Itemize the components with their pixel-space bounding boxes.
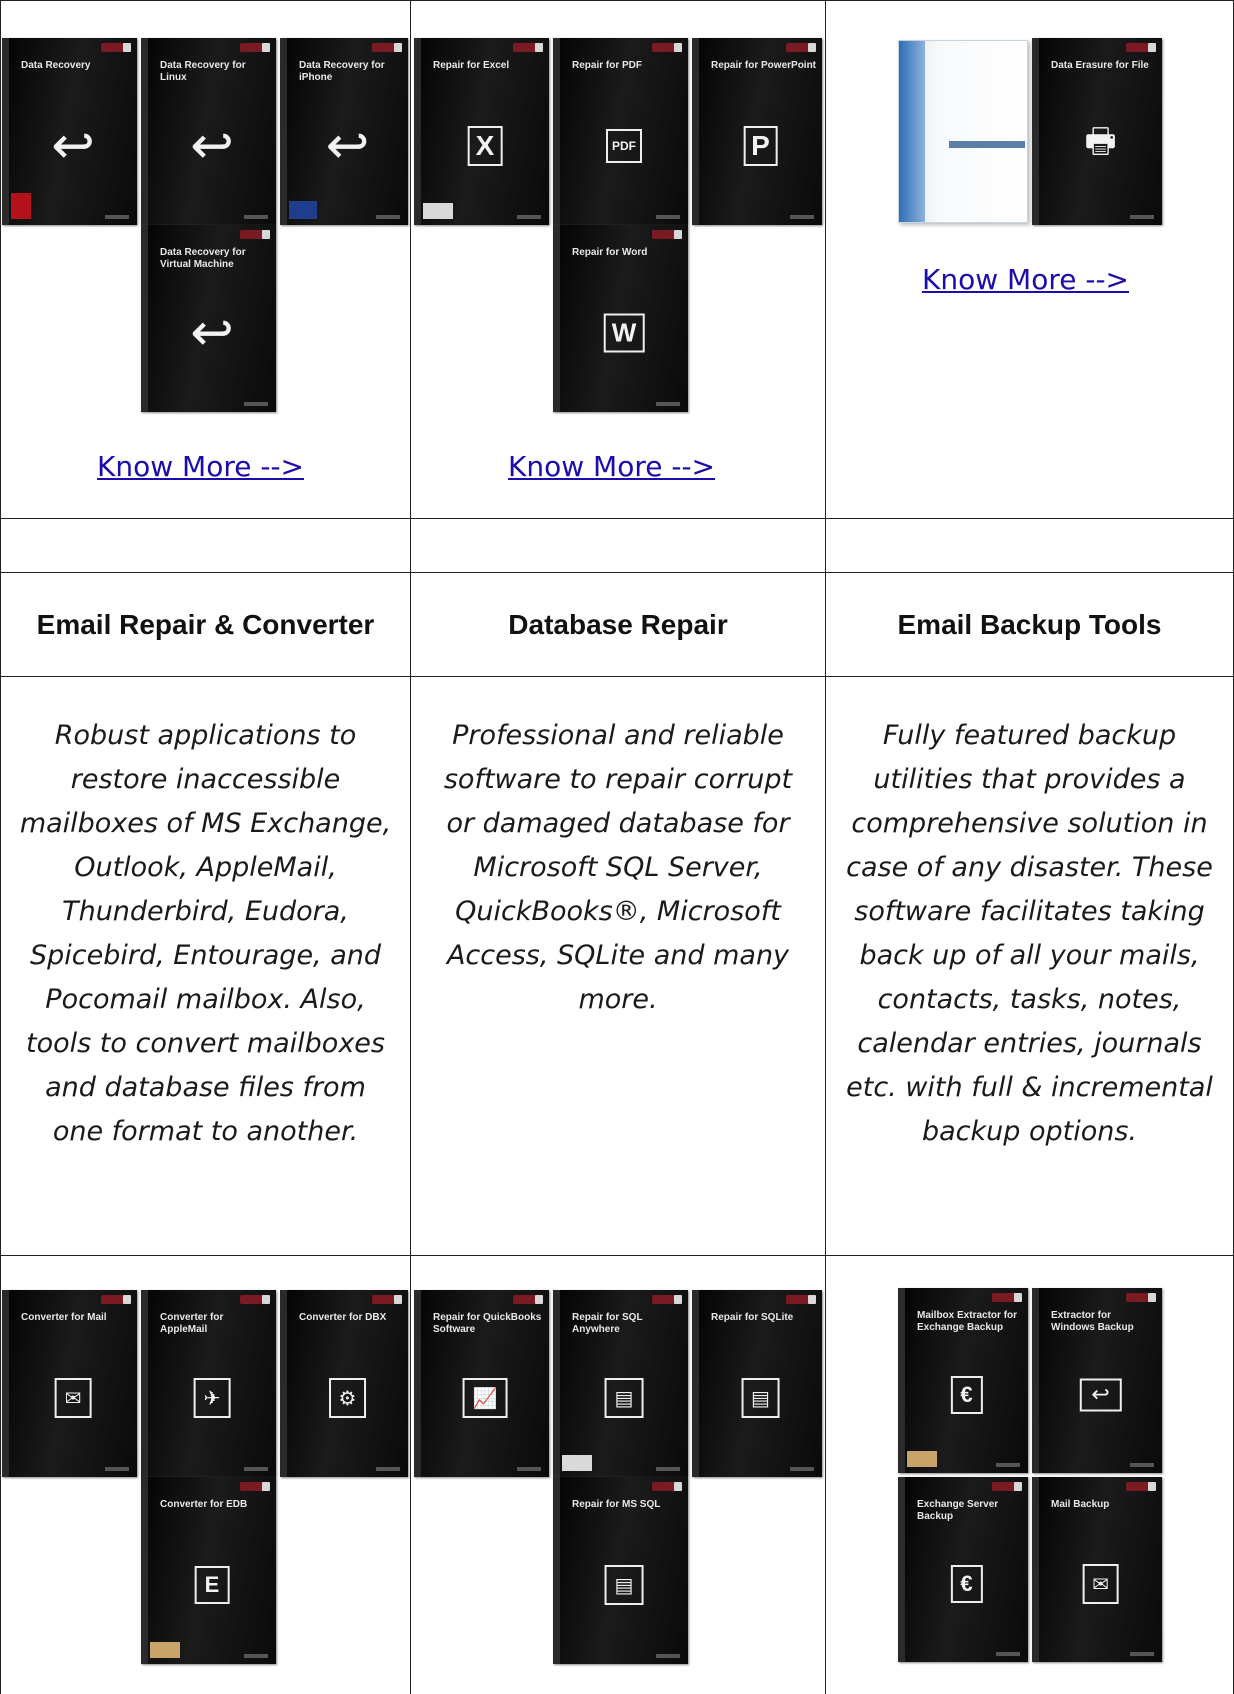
undo-arrow-icon: ↩ [190,303,234,364]
product-box-converter-mail[interactable]: Converter for Mail ✉ [2,1290,137,1477]
product-label: Mail Backup [1051,1499,1110,1510]
product-box-converter-edb[interactable]: Converter for EDB E [141,1477,276,1664]
description-email-repair: Robust applications to restore inaccessi… [19,720,392,1147]
know-more-link[interactable]: Know More --> [508,450,715,483]
product-label: Repair for PDF [572,60,643,71]
heading-email-repair: Email Repair & Converter [36,608,375,640]
description-email-backup: Fully featured backup utilities that pro… [846,720,1213,1147]
heading-database-repair: Database Repair [508,608,728,640]
product-box-repair-word[interactable]: Repair for Word W [553,225,688,412]
product-box-repair-sql-anywhere[interactable]: Repair for SQL Anywhere ▤ [553,1290,688,1477]
product-label: Exchange Server Backup [917,1499,999,1522]
dbx-file-icon: ⚙ [328,1378,367,1419]
product-label: Extractor for Windows Backup [1051,1310,1134,1333]
product-box-converter-dbx[interactable]: Converter for DBX ⚙ [280,1290,408,1477]
apple-mail-file-icon: ✈ [193,1378,231,1419]
product-box-data-recovery-iphone[interactable]: Data Recovery for iPhone ↩ [280,38,408,225]
heading-email-backup: Email Backup Tools [897,608,1162,640]
product-box-repair-powerpoint[interactable]: Repair for PowerPoint P [692,38,822,225]
pdf-file-icon: PDF [606,129,642,164]
excel-file-icon: X [467,126,503,167]
row-divider [0,518,1234,519]
shredder-icon: 🖶 [1084,121,1117,162]
edb-file-icon: E [194,1566,230,1605]
product-box-data-recovery-linux[interactable]: Data Recovery for Linux ↩ [141,38,276,225]
product-label: Repair for QuickBooks Software [433,1312,542,1335]
product-label: Data Recovery for Virtual Machine [160,247,246,270]
exchange-file-icon: € [950,1565,983,1604]
product-box-exchange-server-backup[interactable]: Exchange Server Backup € [898,1477,1028,1662]
product-box-mailbox-extractor-exchange[interactable]: Mailbox Extractor for Exchange Backup € [898,1288,1028,1473]
product-box-repair-excel[interactable]: Repair for Excel X [414,38,549,225]
quickbooks-file-icon: 📈 [462,1378,508,1419]
undo-arrow-icon: ↩ [190,116,234,177]
row-divider [0,1255,1234,1256]
undo-arrow-icon: ↩ [325,116,370,177]
product-box-repair-pdf[interactable]: Repair for PDF PDF [553,38,688,225]
database-file-icon: ▤ [604,1378,644,1419]
product-category-table: Data Recovery ↩ Data Recovery for Linux … [0,0,1234,1694]
product-box-extractor-windows-backup[interactable]: Extractor for Windows Backup ↩ [1032,1288,1162,1473]
row-divider [0,0,1234,1]
product-label: Data Recovery [21,60,91,71]
description-database-repair: Professional and reliable software to re… [443,720,793,1015]
product-box-mail-backup[interactable]: Mail Backup ✉ [1032,1477,1162,1662]
product-box-repair-sqlite[interactable]: Repair for SQLite ▤ [692,1290,822,1477]
product-label: Repair for SQLite [711,1312,794,1323]
product-box-converter-applemail[interactable]: Converter for AppleMail ✈ [141,1290,276,1477]
product-label: Mailbox Extractor for Exchange Backup [917,1310,1018,1333]
product-box-repair-ms-sql[interactable]: Repair for MS SQL ▤ [553,1477,688,1664]
mail-file-icon: ✉ [54,1378,92,1419]
mail-file-icon: ✉ [1082,1564,1119,1605]
product-label: Converter for Mail [21,1312,107,1323]
product-box-data-recovery[interactable]: Data Recovery ↩ [2,38,137,225]
product-label: Converter for AppleMail [160,1312,224,1335]
undo-arrow-icon: ↩ [51,116,95,177]
product-label: Data Recovery for iPhone [299,60,385,83]
know-more-link[interactable]: Know More --> [97,450,304,483]
monitor-restore-icon: ↩ [1079,1378,1122,1412]
product-label: Data Erasure for File [1051,60,1149,71]
product-label: Repair for SQL Anywhere [572,1312,643,1335]
product-box-bitraser[interactable] [898,40,1028,223]
product-box-repair-quickbooks[interactable]: Repair for QuickBooks Software 📈 [414,1290,549,1477]
know-more-link[interactable]: Know More --> [922,263,1129,296]
product-box-data-recovery-virtual-machine[interactable]: Data Recovery for Virtual Machine ↩ [141,225,276,412]
product-label: Repair for MS SQL [572,1499,661,1510]
product-label: Repair for Excel [433,60,510,71]
product-label: Converter for DBX [299,1312,387,1323]
database-file-icon: ▤ [604,1565,644,1606]
product-label: Repair for PowerPoint [711,60,817,71]
row-divider [0,676,1234,677]
product-label: Data Recovery for Linux [160,60,246,83]
product-box-data-erasure-file[interactable]: Data Erasure for File 🖶 [1032,38,1162,225]
word-file-icon: W [603,313,645,353]
exchange-file-icon: € [950,1376,983,1415]
database-file-icon: ▤ [741,1378,780,1419]
product-label: Converter for EDB [160,1499,248,1510]
powerpoint-file-icon: P [743,126,778,167]
product-label: Repair for Word [572,247,648,258]
